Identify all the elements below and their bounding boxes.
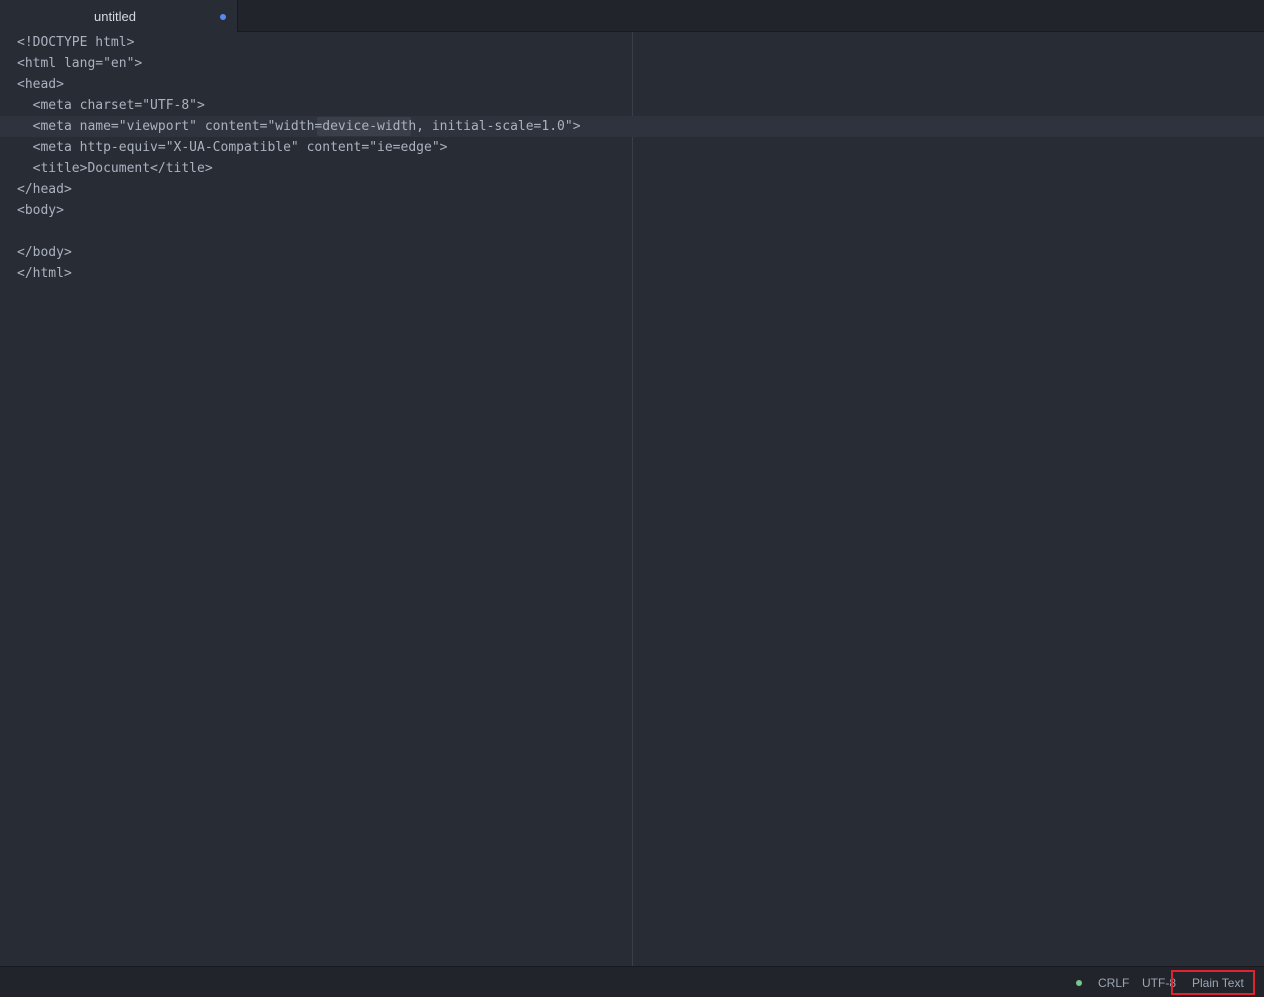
line-text: <title>Document</title> <box>17 161 213 176</box>
editor-line[interactable]: <head> <box>0 74 1264 95</box>
editor-line-cursor[interactable]: <meta name="viewport" content="width=dev… <box>0 116 1264 137</box>
editor-lines: <!DOCTYPE html> <html lang="en"> <head> … <box>0 32 1264 284</box>
text-editor[interactable]: <!DOCTYPE html> <html lang="en"> <head> … <box>0 32 1264 966</box>
line-text: <meta name="viewport" content="width=dev… <box>17 119 581 134</box>
line-text: </body> <box>17 245 72 260</box>
tab-bar: untitled <box>0 0 1264 32</box>
editor-line[interactable]: <meta http-equiv="X-UA-Compatible" conte… <box>0 137 1264 158</box>
editor-line[interactable]: </head> <box>0 179 1264 200</box>
status-bar: CRLF UTF-8 Plain Text <box>0 966 1264 997</box>
line-text: <body> <box>17 203 64 218</box>
line-text: <meta charset="UTF-8"> <box>17 98 205 113</box>
tab-title: untitled <box>94 9 136 24</box>
modified-indicator-icon[interactable] <box>220 14 226 20</box>
editor-line[interactable]: <!DOCTYPE html> <box>0 32 1264 53</box>
editor-line[interactable]: <body> <box>0 200 1264 221</box>
editor-line[interactable]: </body> <box>0 242 1264 263</box>
editor-line[interactable]: </html> <box>0 263 1264 284</box>
line-text: </html> <box>17 266 72 281</box>
line-text: <meta http-equiv="X-UA-Compatible" conte… <box>17 140 448 155</box>
line-text: <!DOCTYPE html> <box>17 35 135 50</box>
line-text: <html lang="en"> <box>17 56 143 71</box>
editor-line[interactable]: <html lang="en"> <box>0 53 1264 74</box>
editor-line[interactable] <box>0 221 1264 242</box>
line-text: <head> <box>17 77 64 92</box>
grammar-highlight-box <box>1171 970 1255 995</box>
line-text: </head> <box>17 182 72 197</box>
editor-line[interactable]: <meta charset="UTF-8"> <box>0 95 1264 116</box>
editor-line[interactable]: <title>Document</title> <box>0 158 1264 179</box>
editor-window: untitled <!DOCTYPE html> <html lang="en"… <box>0 0 1264 997</box>
line-ending-selector[interactable]: CRLF <box>1098 976 1129 990</box>
tab-untitled[interactable]: untitled <box>0 0 238 32</box>
git-status-icon[interactable] <box>1076 980 1082 986</box>
